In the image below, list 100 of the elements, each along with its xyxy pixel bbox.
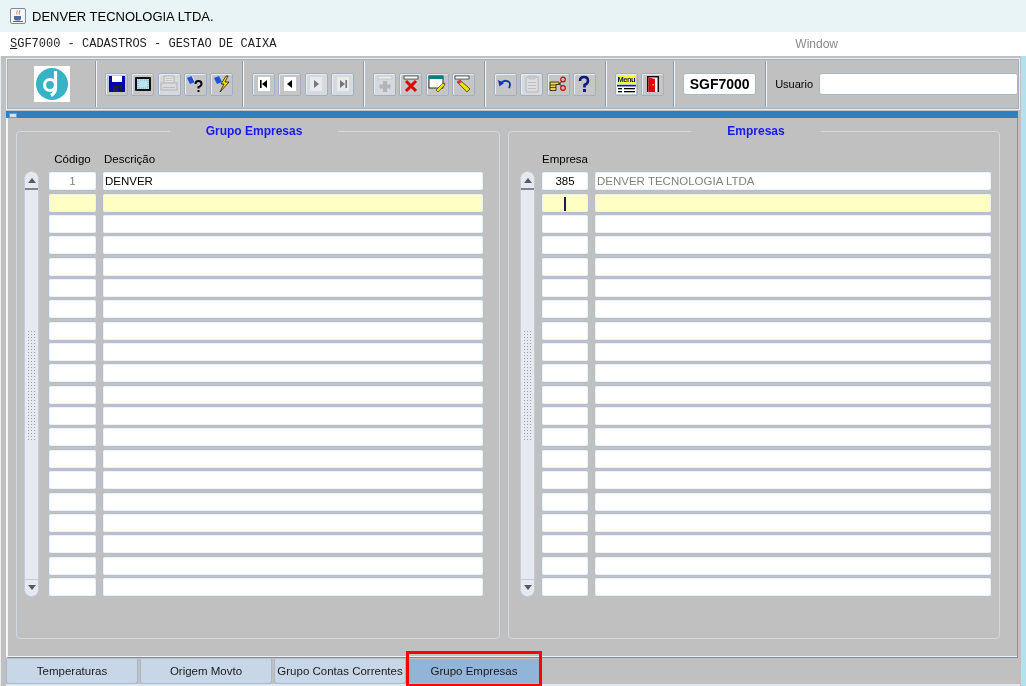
code-field[interactable] [48, 448, 97, 469]
tab[interactable]: Grupo Contas Correntes [274, 659, 406, 684]
company-name-field[interactable] [594, 448, 992, 469]
code-field[interactable]: 1 [48, 171, 97, 192]
code-field[interactable] [48, 278, 97, 299]
company-name-field[interactable] [594, 192, 992, 213]
company-name-field[interactable] [594, 576, 992, 597]
company-code-field[interactable] [541, 320, 589, 341]
save-button[interactable] [105, 72, 128, 96]
code-field[interactable] [48, 363, 97, 384]
company-name-field[interactable] [594, 363, 992, 384]
code-field[interactable] [48, 235, 97, 256]
company-code-field[interactable] [541, 384, 589, 405]
company-code-field[interactable]: 385 [541, 171, 589, 192]
description-field[interactable] [102, 406, 484, 427]
description-field[interactable] [102, 235, 484, 256]
description-field[interactable] [102, 427, 484, 448]
delete-button[interactable] [399, 72, 423, 96]
company-name-field[interactable]: DENVER TECNOLOGIA LTDA [594, 171, 992, 192]
company-code-field[interactable] [541, 576, 589, 597]
code-field[interactable] [48, 555, 97, 576]
company-name-field[interactable] [594, 384, 992, 405]
company-code-field[interactable] [541, 235, 589, 256]
description-field[interactable] [102, 576, 484, 597]
description-field[interactable]: DENVER [102, 171, 484, 192]
description-field[interactable] [102, 534, 484, 555]
description-field[interactable] [102, 363, 484, 384]
company-code-field[interactable] [541, 470, 589, 491]
company-code-field[interactable] [541, 299, 589, 320]
description-field[interactable] [102, 320, 484, 341]
tab[interactable]: Temperaturas [6, 659, 138, 684]
first-button[interactable] [252, 72, 276, 96]
description-field[interactable] [102, 448, 484, 469]
clear-button[interactable] [451, 72, 475, 96]
code-field[interactable] [48, 342, 97, 363]
company-code-field[interactable] [541, 512, 589, 533]
description-field[interactable] [102, 214, 484, 235]
description-field[interactable] [102, 299, 484, 320]
help-button[interactable] [572, 72, 596, 96]
code-field[interactable] [48, 470, 97, 491]
code-field[interactable] [48, 299, 97, 320]
code-field[interactable] [48, 491, 97, 512]
undo-button[interactable] [493, 72, 517, 96]
company-name-field[interactable] [594, 555, 992, 576]
company-name-field[interactable] [594, 342, 992, 363]
description-field[interactable] [102, 342, 484, 363]
company-name-field[interactable] [594, 278, 992, 299]
company-code-field[interactable] [541, 256, 589, 277]
company-name-field[interactable] [594, 491, 992, 512]
company-code-field[interactable] [541, 534, 589, 555]
company-code-field[interactable] [541, 192, 589, 213]
company-name-field[interactable] [594, 512, 992, 533]
description-field[interactable] [102, 470, 484, 491]
user-field[interactable] [819, 73, 1019, 95]
description-field[interactable] [102, 491, 484, 512]
window-button[interactable] [131, 72, 155, 96]
code-field[interactable] [48, 192, 97, 213]
company-code-field[interactable] [541, 406, 589, 427]
column-header: Descrição [103, 153, 157, 165]
tab[interactable]: Origem Movto [140, 659, 272, 684]
description-field[interactable] [102, 555, 484, 576]
company-name-field[interactable] [594, 299, 992, 320]
company-code-field[interactable] [541, 555, 589, 576]
code-field[interactable] [48, 534, 97, 555]
company-name-field[interactable] [594, 214, 992, 235]
company-code-field[interactable] [541, 427, 589, 448]
company-name-field[interactable] [594, 534, 992, 555]
company-code-field[interactable] [541, 214, 589, 235]
previous-button[interactable] [278, 72, 302, 96]
code-field[interactable] [48, 256, 97, 277]
query-button[interactable] [183, 72, 207, 96]
company-code-field[interactable] [541, 342, 589, 363]
code-field[interactable] [48, 512, 97, 533]
code-field[interactable] [48, 384, 97, 405]
cut-button[interactable] [546, 72, 570, 96]
company-name-field[interactable] [594, 406, 992, 427]
description-field[interactable] [102, 278, 484, 299]
company-name-field[interactable] [594, 320, 992, 341]
description-field[interactable] [102, 512, 484, 533]
code-field[interactable] [48, 214, 97, 235]
description-field[interactable] [102, 256, 484, 277]
company-code-field[interactable] [541, 363, 589, 384]
exit-button[interactable] [641, 72, 665, 96]
description-field[interactable] [102, 192, 484, 213]
tab[interactable]: Grupo Empresas [408, 659, 540, 684]
company-name-field[interactable] [594, 235, 992, 256]
company-code-field[interactable] [541, 491, 589, 512]
window-menu[interactable]: Window [795, 37, 838, 51]
edit-button[interactable] [425, 72, 449, 96]
code-field[interactable] [48, 320, 97, 341]
code-field[interactable] [48, 427, 97, 448]
company-code-field[interactable] [541, 448, 589, 469]
code-field[interactable] [48, 406, 97, 427]
description-field[interactable] [102, 384, 484, 405]
company-name-field[interactable] [594, 427, 992, 448]
company-code-field[interactable] [541, 278, 589, 299]
execute-button[interactable] [210, 72, 234, 96]
code-field[interactable] [48, 576, 97, 597]
company-name-field[interactable] [594, 470, 992, 491]
company-name-field[interactable] [594, 256, 992, 277]
